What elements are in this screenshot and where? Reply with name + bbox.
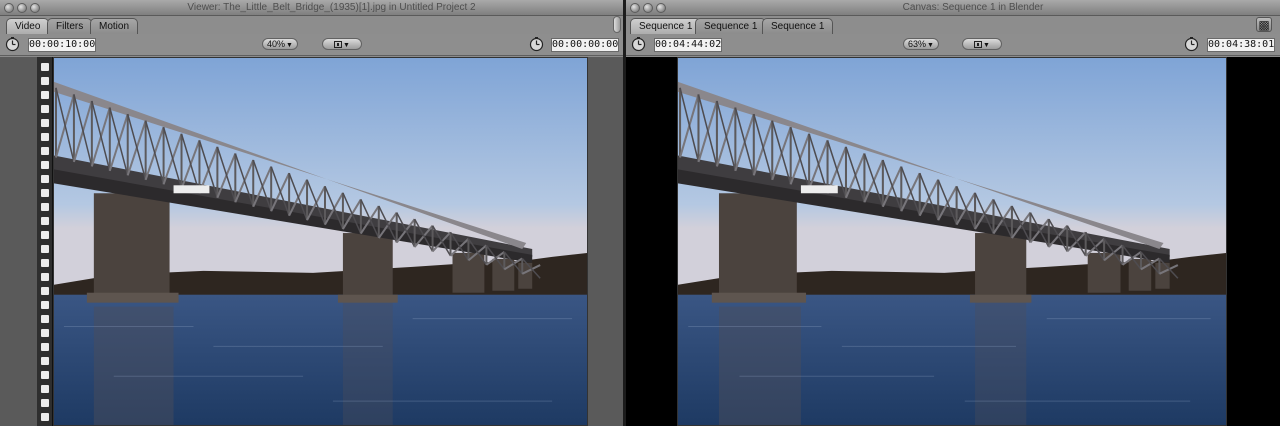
sprocket-hole [41,259,49,267]
window-controls [630,3,666,13]
zoom-value: 63% [908,39,927,49]
sprocket-hole [41,245,49,253]
timecode-clock-icon [1184,37,1199,52]
sprocket-hole [41,77,49,85]
duration-timecode-field[interactable]: 00:00:10:00 [28,38,96,52]
sprocket-hole [41,357,49,365]
sprocket-hole [41,315,49,323]
duration-timecode-field[interactable]: 00:04:44:02 [654,38,722,52]
view-popup[interactable]: ▼ [322,38,362,50]
timecode-clock-icon [631,37,646,52]
camera-icon[interactable]: ▩ [1256,17,1272,32]
tab-sequence-1[interactable]: Sequence 1 [762,18,834,34]
zoom-icon[interactable] [30,3,40,13]
minimize-icon[interactable] [643,3,653,13]
window-controls [4,3,40,13]
view-layout-icon [334,41,343,48]
sprocket-hole [41,343,49,351]
timecode-clock-icon [529,37,544,52]
sprocket-hole [41,273,49,281]
sprocket-hole [41,63,49,71]
film-sprocket-strip [37,57,53,426]
sprocket-hole [41,91,49,99]
viewer-controls: 00:00:10:00 40%▼ ▼ 00:00:00:00 [0,34,623,56]
close-icon[interactable] [630,3,640,13]
viewer-image[interactable] [53,57,588,426]
sprocket-hole [41,385,49,393]
chevron-down-icon: ▼ [983,42,990,49]
canvas-title: Canvas: Sequence 1 in Blender [902,2,1044,13]
sprocket-hole [41,217,49,225]
current-timecode-field[interactable]: 00:00:00:00 [551,38,619,52]
canvas-tab-row: Sequence 1 Sequence 1 Sequence 1 ▩ [626,16,1280,34]
zoom-value: 40% [267,39,286,49]
sprocket-hole [41,329,49,337]
sprocket-hole [41,399,49,407]
sprocket-hole [41,371,49,379]
tab-sequence-1[interactable]: Sequence 1 [630,18,702,34]
sprocket-hole [41,189,49,197]
sprocket-hole [41,301,49,309]
viewer-title: Viewer: The_Little_Belt_Bridge_(1935)[1]… [187,2,476,13]
chevron-down-icon: ▼ [927,42,934,49]
zoom-popup[interactable]: 63%▼ [903,38,939,50]
tab-motion[interactable]: Motion [90,18,139,34]
tab-filters[interactable]: Filters [47,18,93,34]
viewer-tab-row: Video Filters Motion [0,16,623,34]
sprocket-hole [41,161,49,169]
viewer-window: Viewer: The_Little_Belt_Bridge_(1935)[1]… [0,0,623,426]
zoom-icon[interactable] [656,3,666,13]
sprocket-hole [41,203,49,211]
canvas-image[interactable] [677,57,1227,426]
bridge-photo [54,58,587,425]
chevron-down-icon: ▼ [286,42,293,49]
sprocket-hole [41,231,49,239]
viewer-titlebar[interactable]: Viewer: The_Little_Belt_Bridge_(1935)[1]… [0,0,623,16]
minimize-icon[interactable] [17,3,27,13]
chevron-down-icon: ▼ [343,42,350,49]
zoom-popup[interactable]: 40%▼ [262,38,298,50]
tab-sequence-1[interactable]: Sequence 1 [695,18,767,34]
view-layout-icon [974,41,983,48]
tab-video[interactable]: Video [6,18,50,34]
canvas-titlebar[interactable]: Canvas: Sequence 1 in Blender [626,0,1280,16]
close-icon[interactable] [4,3,14,13]
canvas-window: Canvas: Sequence 1 in Blender Sequence 1… [626,0,1280,426]
view-popup[interactable]: ▼ [962,38,1002,50]
bridge-photo [678,58,1226,425]
sprocket-hole [41,175,49,183]
tab-scroll-handle[interactable] [613,16,621,33]
sprocket-hole [41,105,49,113]
timecode-clock-icon [5,37,20,52]
sprocket-hole [41,147,49,155]
sprocket-hole [41,413,49,421]
current-timecode-field[interactable]: 00:04:38:01 [1207,38,1275,52]
sprocket-hole [41,119,49,127]
canvas-controls: 00:04:44:02 63%▼ ▼ 00:04:38:01 [626,34,1280,56]
sprocket-hole [41,287,49,295]
sprocket-hole [41,133,49,141]
